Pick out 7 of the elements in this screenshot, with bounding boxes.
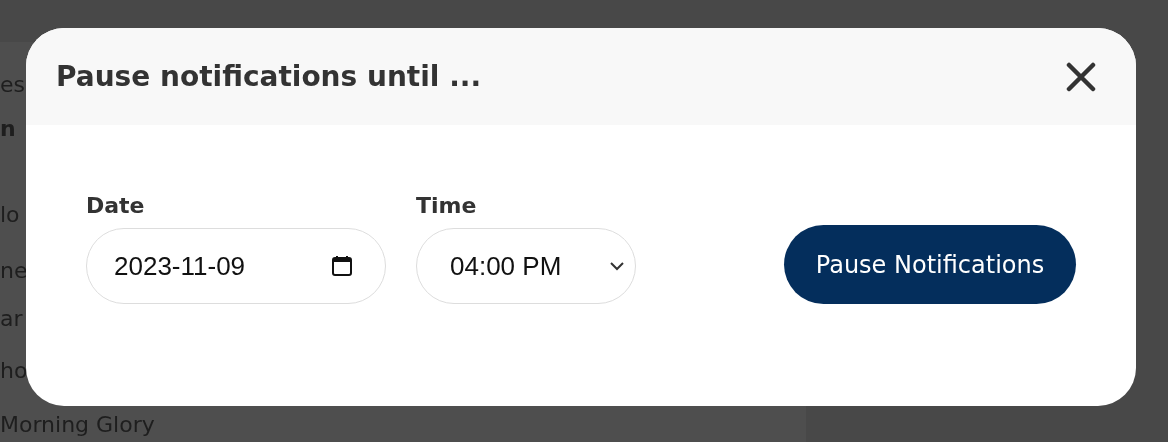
field-label: Date: [86, 193, 146, 218]
field-label: Time: [416, 193, 478, 218]
chevron-down-icon: [609, 261, 625, 271]
dialog-title: Pause notifications until ...: [56, 60, 482, 93]
calendar-icon: [331, 255, 353, 277]
close-icon[interactable]: [1066, 61, 1096, 92]
pause-button[interactable]: Pause Notifications: [784, 225, 1076, 304]
